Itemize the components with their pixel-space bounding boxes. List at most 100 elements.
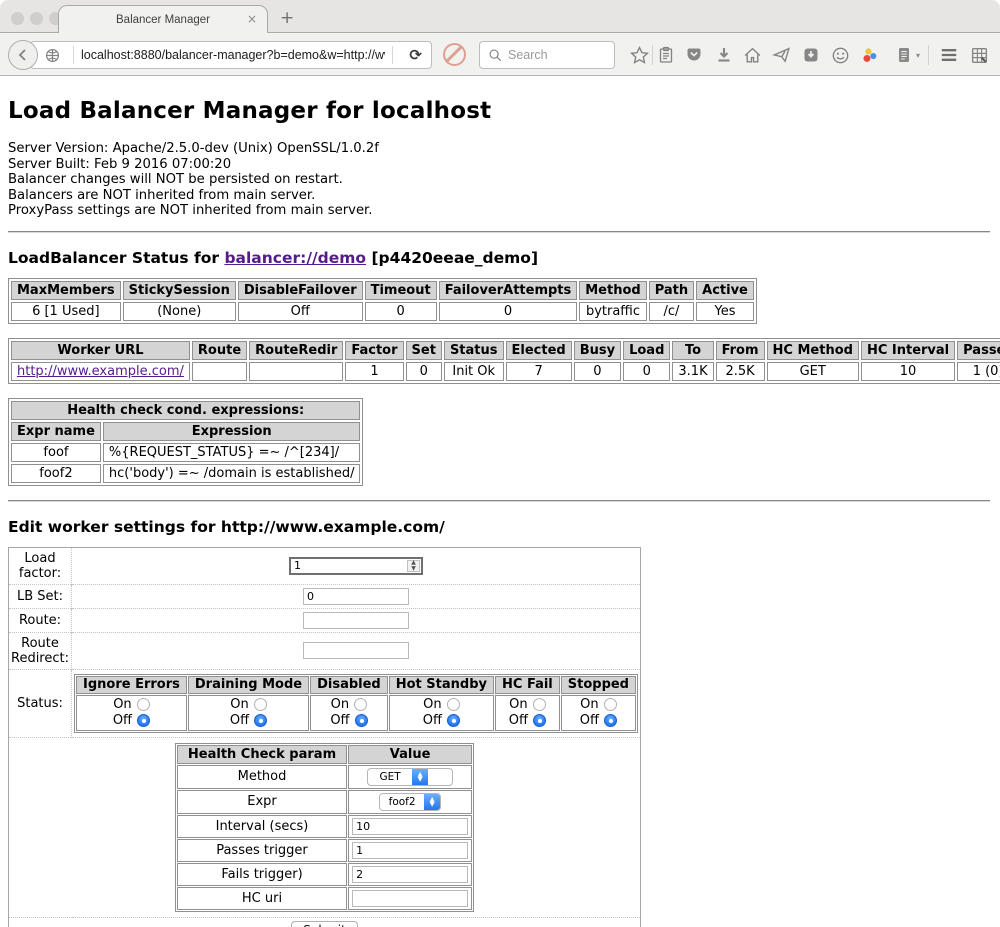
radio-disabled-off[interactable] — [355, 714, 368, 727]
form-row-submit: Submit — [9, 917, 641, 927]
radio-stopped-on[interactable] — [604, 698, 617, 711]
apps-grid-icon[interactable] — [968, 44, 990, 66]
worker-url-link[interactable]: http://www.example.com/ — [17, 364, 184, 379]
pocket-icon[interactable] — [683, 44, 705, 66]
expr-table-title: Health check cond. expressions: — [11, 401, 360, 420]
radio-draining-mode-off[interactable] — [254, 714, 267, 727]
save-to-device-icon[interactable] — [800, 44, 822, 66]
radio-hc-fail-on[interactable] — [533, 698, 546, 711]
on-label: On — [113, 697, 131, 712]
hc-fails-input[interactable] — [352, 866, 468, 883]
radio-ignore-errors-off[interactable] — [137, 714, 150, 727]
balancer-link[interactable]: balancer://demo — [224, 249, 366, 267]
expr-name-cell: foof — [11, 443, 101, 462]
col-header: Elected — [506, 341, 572, 360]
hc-passes-input[interactable] — [352, 842, 468, 859]
hc-row-passes: Passes trigger — [177, 839, 472, 862]
color-dots-icon[interactable] — [858, 44, 880, 66]
bookmark-star-icon[interactable] — [628, 44, 650, 66]
route-redirect-input[interactable] — [303, 642, 409, 659]
cell-value: 0 — [623, 362, 670, 381]
browser-tab[interactable]: Balancer Manager × — [58, 5, 268, 33]
cell-value: bytraffic — [579, 302, 646, 321]
status-label: Status: — [9, 669, 72, 737]
home-icon[interactable] — [741, 44, 763, 66]
window-close-button[interactable] — [11, 12, 24, 25]
radio-disabled-on[interactable] — [354, 698, 367, 711]
notes-dropdown-caret[interactable]: ▾ — [916, 51, 920, 60]
lb-set-input[interactable] — [303, 588, 409, 605]
toolbar-divider — [652, 45, 653, 65]
send-icon[interactable] — [770, 44, 792, 66]
notes-icon[interactable] — [893, 44, 915, 66]
hc-expr-cell: foof2 ▲▼ — [348, 790, 472, 814]
cell-value: 1 — [345, 362, 403, 381]
number-spinner-icon[interactable]: ▲▼ — [407, 560, 420, 572]
col-header: Disabled — [310, 676, 388, 694]
hc-interval-cell — [348, 815, 472, 838]
cell-value: Init Ok — [444, 362, 504, 381]
form-row-load-factor: Load factor: ▲▼ — [9, 547, 641, 584]
col-header: Set — [406, 341, 442, 360]
content-blocked-icon[interactable] — [443, 43, 466, 66]
search-box[interactable] — [479, 41, 615, 69]
status-table: Ignore Errors Draining Mode Disabled Hot… — [74, 674, 638, 733]
expr-value-cell: %{REQUEST_STATUS} =~ /^[234]/ — [103, 443, 361, 462]
radio-draining-mode-on[interactable] — [254, 698, 267, 711]
col-header: HC Fail — [495, 676, 560, 694]
window-minimize-button[interactable] — [30, 12, 43, 25]
table-header-row: Health Check param Value — [177, 745, 472, 764]
radio-ignore-errors-on[interactable] — [137, 698, 150, 711]
route-redirect-label: Route Redirect: — [9, 632, 72, 669]
hc-interval-input[interactable] — [352, 818, 468, 835]
col-header: StickySession — [123, 281, 236, 300]
status-cell-hc-fail: On Off — [495, 695, 560, 731]
url-text[interactable]: localhost:8880/balancer-manager?b=demo&w… — [81, 48, 385, 62]
off-label: Off — [113, 713, 132, 728]
submit-button[interactable]: Submit — [291, 921, 358, 927]
load-factor-field-cell: ▲▼ — [72, 547, 641, 584]
route-input[interactable] — [303, 612, 409, 629]
url-divider — [73, 46, 74, 64]
back-button[interactable] — [8, 40, 38, 70]
col-header: Factor — [345, 341, 403, 360]
cell-value: 0 — [574, 362, 621, 381]
table-row: http://www.example.com/ 1 0 Init Ok 7 0 … — [11, 362, 1000, 381]
search-input[interactable] — [508, 48, 606, 62]
server-built-line: Server Built: Feb 9 2016 07:00:20 — [8, 157, 990, 173]
hc-fails-label: Fails trigger) — [177, 863, 347, 886]
divider — [8, 500, 990, 502]
cell-value: 10 — [861, 362, 955, 381]
reload-button[interactable]: ⟳ — [400, 46, 431, 64]
health-check-cell: Health Check param Value Method GET ▲▼ — [9, 737, 641, 917]
menu-icon[interactable] — [938, 44, 960, 66]
hc-uri-cell — [348, 887, 472, 910]
radio-hot-standby-on[interactable] — [447, 698, 460, 711]
radio-stopped-off[interactable] — [604, 714, 617, 727]
downloads-icon[interactable] — [713, 44, 735, 66]
col-header: Ignore Errors — [76, 676, 187, 694]
radio-hc-fail-off[interactable] — [533, 714, 546, 727]
radio-hot-standby-off[interactable] — [447, 714, 460, 727]
reading-list-icon[interactable] — [655, 44, 677, 66]
feedback-smiley-icon[interactable] — [829, 44, 851, 66]
submit-cell: Submit — [9, 917, 641, 927]
col-header: From — [716, 341, 765, 360]
hc-method-select[interactable]: GET ▲▼ — [367, 768, 453, 786]
hc-expr-select[interactable]: foof2 ▲▼ — [379, 793, 441, 811]
selected-option: GET — [368, 771, 412, 783]
status-field-cell: Ignore Errors Draining Mode Disabled Hot… — [72, 669, 641, 737]
col-header: RouteRedir — [249, 341, 343, 360]
toolbar-divider — [928, 45, 929, 65]
col-header: Method — [579, 281, 646, 300]
cell-value: GET — [767, 362, 859, 381]
hc-uri-input[interactable] — [352, 890, 468, 907]
tab-close-icon[interactable]: × — [247, 12, 257, 26]
load-factor-input[interactable] — [291, 559, 406, 573]
col-header: Path — [649, 281, 694, 300]
back-icon — [15, 47, 31, 63]
hc-expr-label: Expr — [177, 790, 347, 814]
new-tab-button[interactable]: + — [280, 8, 294, 28]
url-bar[interactable]: localhost:8880/balancer-manager?b=demo&w… — [30, 41, 432, 69]
worker-table: Worker URL Route RouteRedir Factor Set S… — [8, 338, 1000, 384]
